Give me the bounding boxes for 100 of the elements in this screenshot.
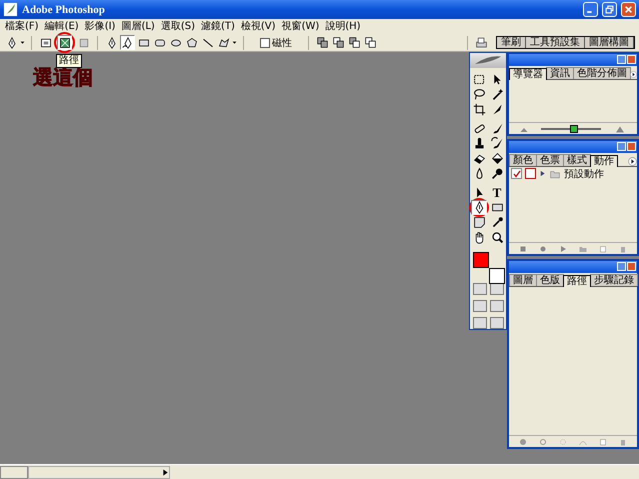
history-brush-tool-button[interactable] xyxy=(489,136,505,152)
close-button[interactable] xyxy=(627,55,636,64)
overlap-squares-icon xyxy=(317,37,328,48)
path-area-button[interactable] xyxy=(315,35,330,50)
standard-mode-button[interactable] xyxy=(472,283,486,295)
large-mountain-icon xyxy=(614,124,626,133)
palette-tab[interactable]: 顏色 xyxy=(509,154,537,166)
palette-well-button[interactable] xyxy=(474,35,489,50)
palette-tab[interactable]: 圖層 xyxy=(509,274,537,286)
path-area-button[interactable] xyxy=(331,35,346,50)
palette-tab[interactable]: 色版 xyxy=(536,274,564,286)
palette-tab[interactable]: 資訊 xyxy=(546,67,574,79)
menu-item[interactable]: 視窗(W) xyxy=(278,20,322,34)
magnetic-checkbox[interactable]: 磁性 xyxy=(260,36,292,50)
checkbox-label: 磁性 xyxy=(272,36,292,50)
rectangle-icon xyxy=(138,36,150,48)
triangle-right-icon[interactable] xyxy=(162,468,169,476)
jump-button[interactable] xyxy=(472,317,486,329)
eyedropper-icon xyxy=(490,216,504,230)
close-button[interactable] xyxy=(621,2,636,17)
play-icon[interactable] xyxy=(559,244,567,253)
feather-icon xyxy=(475,54,501,67)
folder-icon xyxy=(549,168,561,179)
screen-mode-button[interactable] xyxy=(490,300,504,312)
menu-item[interactable]: 選取(S) xyxy=(158,20,198,34)
close-button[interactable] xyxy=(627,142,636,152)
palette-tab[interactable]: 動作 xyxy=(590,155,618,168)
palette-tab[interactable]: 路徑 xyxy=(563,275,591,288)
menu-item[interactable]: 說明(H) xyxy=(322,20,364,34)
note-tool-button[interactable] xyxy=(471,215,487,230)
action-toggle-checkbox[interactable] xyxy=(511,168,522,180)
polygon-tool-button[interactable] xyxy=(184,35,199,50)
menu-item[interactable]: 檔案(F) xyxy=(2,20,42,34)
lasso-tool-button[interactable] xyxy=(471,87,487,102)
lasso-icon xyxy=(472,88,486,102)
palette-tab[interactable]: 導覽器 xyxy=(509,68,547,80)
overlap-squares-icon xyxy=(333,37,344,48)
minimize-button[interactable] xyxy=(617,142,626,152)
screen-mode-button[interactable] xyxy=(472,300,486,312)
palette-tab[interactable]: 色票 xyxy=(536,154,564,166)
close-button[interactable] xyxy=(627,262,636,272)
checkbox-box[interactable] xyxy=(260,38,270,48)
record-icon[interactable] xyxy=(539,244,547,253)
rounded-rectangle-icon xyxy=(154,36,166,48)
paths-icon xyxy=(58,36,70,48)
shape-layer-icon xyxy=(40,36,52,48)
marquee-icon xyxy=(472,73,486,86)
slider-thumb[interactable] xyxy=(570,124,578,133)
menu-item[interactable]: 濾鏡(T) xyxy=(198,20,238,34)
menu-item[interactable]: 編輯(E) xyxy=(42,20,82,34)
menu-item[interactable]: 圖層(L) xyxy=(118,20,158,34)
zoom-slider[interactable] xyxy=(540,128,601,130)
palette-menu-icon[interactable] xyxy=(628,157,637,166)
history-brush-icon xyxy=(490,137,504,150)
menu-item[interactable]: 影像(I) xyxy=(82,20,118,34)
minimize-button[interactable] xyxy=(583,2,598,17)
type-tool-button[interactable]: T xyxy=(489,185,505,200)
restore-icon xyxy=(605,5,614,14)
magic-wand-icon xyxy=(490,88,504,102)
path-area-button[interactable] xyxy=(347,35,362,50)
caret-icon xyxy=(232,40,237,45)
checkmark-icon xyxy=(512,170,520,178)
collapse-triangle-icon[interactable] xyxy=(539,170,546,178)
checkmark-button[interactable] xyxy=(490,317,504,329)
pen-tool-button[interactable] xyxy=(120,35,135,50)
palette-tab[interactable]: 色階分佈圖 xyxy=(573,67,631,79)
crop-icon xyxy=(472,103,486,116)
minimize-button[interactable] xyxy=(617,262,626,272)
foreground-color-swatch[interactable] xyxy=(473,252,489,268)
palette-tab[interactable]: 步驟記錄 xyxy=(590,274,638,286)
dodge-icon xyxy=(490,167,504,180)
dialog-toggle[interactable] xyxy=(525,168,536,180)
feather-icon xyxy=(3,2,18,17)
quick-mask-button[interactable] xyxy=(490,283,504,295)
minimize-button[interactable] xyxy=(617,55,626,64)
zoom-icon xyxy=(490,231,504,244)
palette-tab[interactable]: 樣式 xyxy=(563,154,591,166)
menu-item[interactable]: 檢視(V) xyxy=(238,20,279,34)
close-icon xyxy=(624,5,633,14)
path-area-button[interactable] xyxy=(363,35,378,50)
overlap-squares-icon xyxy=(349,37,360,48)
pen-icon xyxy=(122,36,134,48)
palette-well-tab[interactable]: 圖層構圖 xyxy=(585,37,634,48)
zoom-field[interactable] xyxy=(0,466,28,478)
printer-icon xyxy=(475,36,488,50)
crop-tool-button[interactable] xyxy=(471,102,487,118)
palette-menu-icon[interactable] xyxy=(630,70,637,79)
fill-pixels-icon xyxy=(78,36,90,48)
brush-icon xyxy=(490,122,504,136)
shape-icon xyxy=(218,36,230,48)
tooltip: 路徑 xyxy=(56,54,82,68)
action-set-name[interactable]: 預設動作 xyxy=(564,166,604,181)
ellipse-icon xyxy=(170,36,182,48)
polygon-icon xyxy=(186,36,198,48)
palette-well-tab[interactable]: 工具預設集 xyxy=(526,37,585,48)
palette-well-tab[interactable]: 筆刷 xyxy=(497,37,526,48)
restore-button[interactable] xyxy=(602,2,617,17)
overlap-squares-icon xyxy=(365,37,376,48)
dodge-tool-button[interactable] xyxy=(489,166,505,182)
stop-icon[interactable] xyxy=(519,244,527,253)
